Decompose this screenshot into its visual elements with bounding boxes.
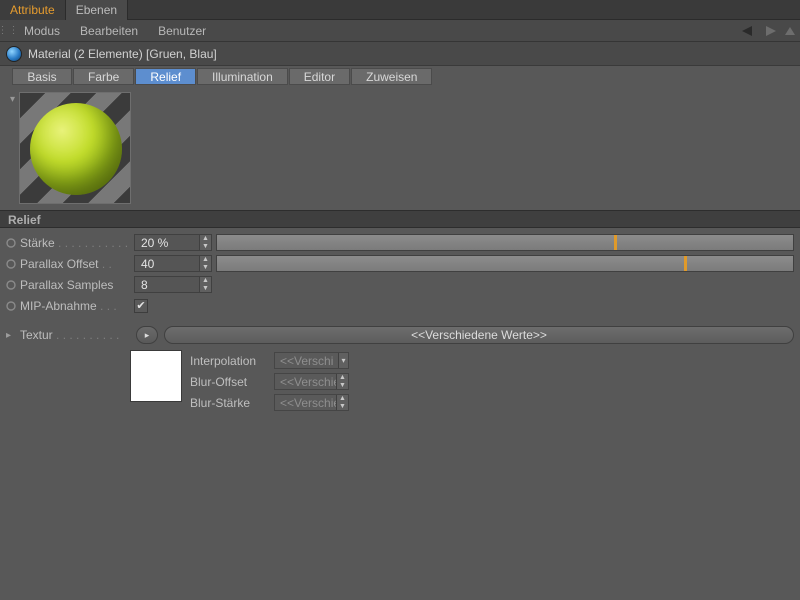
object-title: Material (2 Elemente) [Gruen, Blau] (28, 47, 217, 61)
chevron-down-icon: ▾ (338, 353, 348, 368)
panel-tab-ebenen[interactable]: Ebenen (66, 0, 128, 20)
grip-icon[interactable]: ⋮⋮ (0, 20, 14, 41)
tab-basis[interactable]: Basis (12, 68, 72, 85)
tab-illumination[interactable]: Illumination (197, 68, 288, 85)
input-blur-offset[interactable]: <<Verschie ▲▼ (274, 373, 349, 390)
disclosure-textur-icon[interactable]: ▸ (6, 330, 14, 341)
row-interpolation: Interpolation <<Verschi ▾ (190, 350, 349, 371)
label-parallax-offset: Parallax Offset . . (20, 257, 130, 271)
material-icon (6, 46, 22, 62)
menu-modus[interactable]: Modus (14, 20, 70, 42)
object-header: Material (2 Elemente) [Gruen, Blau] (0, 42, 800, 66)
input-parallax-offset[interactable]: 40 ▲▼ (134, 255, 212, 272)
input-staerke[interactable]: 20 % ▲▼ (134, 234, 212, 251)
spinner-parallax-offset[interactable]: ▲▼ (199, 256, 211, 271)
label-textur: Textur . . . . . . . . . . (20, 328, 130, 342)
input-blur-staerke[interactable]: <<Verschie ▲▼ (274, 394, 349, 411)
tab-farbe[interactable]: Farbe (73, 68, 134, 85)
nav-forward-icon[interactable] (762, 25, 782, 37)
nav-back-icon[interactable] (738, 25, 762, 37)
checkbox-mip-abnahme[interactable]: ✔ (134, 299, 148, 313)
dropdown-interpolation[interactable]: <<Verschi ▾ (274, 352, 349, 369)
textur-menu-button[interactable]: ▸ (136, 326, 158, 344)
row-blur-offset: Blur-Offset <<Verschie ▲▼ (190, 371, 349, 392)
label-parallax-samples: Parallax Samples (20, 278, 130, 292)
spinner-staerke[interactable]: ▲▼ (199, 235, 211, 250)
preview-sphere (30, 103, 122, 195)
slider-staerke[interactable] (216, 234, 794, 251)
panel-tabs: Attribute Ebenen (0, 0, 800, 20)
menubar: ⋮⋮ Modus Bearbeiten Benutzer (0, 20, 800, 42)
parameter-list: Stärke . . . . . . . . . . . 20 % ▲▼ Par… (0, 228, 800, 316)
label-blur-staerke: Blur-Stärke (190, 396, 268, 410)
keyframe-ring-icon[interactable] (6, 238, 16, 248)
nav-up-icon[interactable] (782, 25, 800, 37)
keyframe-ring-icon[interactable] (6, 259, 16, 269)
keyframe-ring-icon[interactable] (6, 301, 16, 311)
row-parallax-samples: Parallax Samples 8 ▲▼ (6, 274, 794, 295)
label-blur-offset: Blur-Offset (190, 375, 268, 389)
preview-area: ▾ (0, 86, 800, 210)
row-blur-staerke: Blur-Stärke <<Verschie ▲▼ (190, 392, 349, 413)
label-interpolation: Interpolation (190, 354, 268, 368)
label-staerke: Stärke . . . . . . . . . . . (20, 236, 130, 250)
menu-bearbeiten[interactable]: Bearbeiten (70, 20, 148, 42)
panel-tab-attribute[interactable]: Attribute (0, 0, 66, 20)
row-mip-abnahme: MIP-Abnahme . . . ✔ (6, 295, 794, 316)
material-tabs: Basis Farbe Relief Illumination Editor Z… (0, 66, 800, 86)
input-parallax-samples[interactable]: 8 ▲▼ (134, 276, 212, 293)
slider-marker (684, 256, 687, 271)
textur-swatch[interactable] (130, 350, 182, 402)
textur-field[interactable]: <<Verschiedene Werte>> (164, 326, 794, 344)
slider-parallax-offset[interactable] (216, 255, 794, 272)
row-parallax-offset: Parallax Offset . . 40 ▲▼ (6, 253, 794, 274)
tab-editor[interactable]: Editor (289, 68, 350, 85)
material-preview[interactable] (19, 92, 131, 204)
label-mip-abnahme: MIP-Abnahme . . . (20, 299, 130, 313)
row-textur: ▸ Textur . . . . . . . . . . ▸ <<Verschi… (0, 324, 800, 346)
row-staerke: Stärke . . . . . . . . . . . 20 % ▲▼ (6, 232, 794, 253)
disclosure-triangle-icon[interactable]: ▾ (10, 94, 19, 105)
spinner-blur-offset[interactable]: ▲▼ (336, 374, 348, 389)
menu-benutzer[interactable]: Benutzer (148, 20, 216, 42)
tab-zuweisen[interactable]: Zuweisen (351, 68, 432, 85)
tab-relief[interactable]: Relief (135, 68, 196, 85)
slider-marker (614, 235, 617, 250)
textur-subpanel: Interpolation <<Verschi ▾ Blur-Offset <<… (0, 346, 800, 413)
section-header-relief: Relief (0, 210, 800, 228)
keyframe-ring-icon[interactable] (6, 280, 16, 290)
spinner-parallax-samples[interactable]: ▲▼ (199, 277, 211, 292)
spinner-blur-staerke[interactable]: ▲▼ (336, 395, 348, 410)
